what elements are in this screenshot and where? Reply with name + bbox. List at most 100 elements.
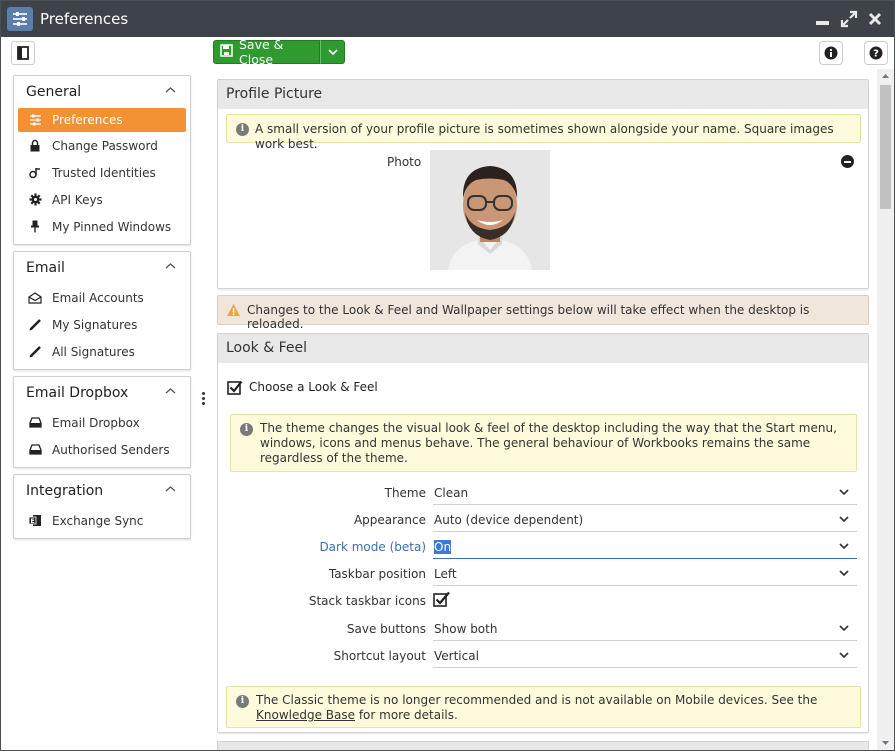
sidebar-item-all-signatures[interactable]: All Signatures [18,338,186,365]
shortcut-layout-value: Vertical [434,649,479,663]
appearance-value: Auto (device dependent) [434,513,584,527]
save-buttons-label: Save buttons [346,622,426,636]
appearance-select[interactable]: Auto (device dependent) [433,508,857,532]
scroll-down-icon [882,741,889,745]
shortcut-layout-row: Shortcut layout Vertical [218,644,869,668]
dark-mode-label: Dark mode (beta) [319,540,426,554]
sidebar-item-authorised-senders[interactable]: Authorised Senders [18,436,186,463]
trusted-identity-icon [28,166,42,180]
sidebar: General Preferences Change Password Trus… [13,75,191,545]
sidebar-item-email-dropbox[interactable]: Email Dropbox [18,409,186,436]
remove-photo-icon[interactable] [841,155,854,168]
next-panel-header [217,741,869,750]
pin-icon [28,220,42,234]
scroll-thumb[interactable] [880,85,891,209]
dark-mode-row: Dark mode (beta) On [218,535,869,559]
sidebar-group-email-dropbox: Email Dropbox Email Dropbox Authorised S… [13,376,191,468]
chevron-up-icon [165,486,176,492]
pen-icon [28,318,42,332]
sidebar-group-general: General Preferences Change Password Trus… [13,75,191,245]
title-bar[interactable]: Preferences [1,1,894,37]
panel-title: Look & Feel [218,334,868,363]
info-icon: i [240,423,253,436]
shortcut-layout-select[interactable]: Vertical [433,644,857,668]
pen-icon [28,345,42,359]
maximize-icon[interactable] [839,9,859,29]
svg-text:?: ? [873,49,879,60]
sidebar-item-exchange-sync[interactable]: E Exchange Sync [18,507,186,534]
sidebar-toggle-button[interactable] [11,41,35,65]
envelope-icon [28,291,42,305]
shortcut-layout-label: Shortcut layout [333,649,426,663]
choose-look-feel-checkbox[interactable]: Choose a Look & Feel [227,378,378,396]
sliders-icon [28,113,42,127]
sidebar-group-header[interactable]: General [14,76,190,108]
taskbar-position-select[interactable]: Left [433,562,857,586]
sidebar-item-email-accounts[interactable]: Email Accounts [18,284,186,311]
lock-icon [28,139,42,153]
sidebar-item-change-password[interactable]: Change Password [18,132,186,159]
sidebar-group-title: General [26,84,82,100]
sidebar-group-title: Email [26,260,65,276]
help-button[interactable]: ? [864,41,888,65]
chevron-up-icon [165,87,176,93]
chevron-down-icon [839,570,849,577]
appearance-label: Appearance [353,513,426,527]
save-options-dropdown[interactable] [320,40,345,64]
save-buttons-value: Show both [434,622,498,636]
sidebar-group-email: Email Email Accounts My Signatures All S… [13,251,191,370]
sidebar-item-my-pinned-windows[interactable]: My Pinned Windows [18,213,186,240]
sidebar-item-my-signatures[interactable]: My Signatures [18,311,186,338]
preferences-window: Preferences Save & Close ? General Prefe… [0,0,895,751]
exchange-icon: E [28,514,42,528]
chevron-up-icon [165,263,176,269]
checkbox-checked-icon [433,591,450,607]
theme-select[interactable]: Clean [433,481,857,505]
save-close-button[interactable]: Save & Close [213,37,320,67]
sidebar-item-preferences[interactable]: Preferences [18,108,186,132]
sidebar-item-api-keys[interactable]: API Keys [18,186,186,213]
chevron-up-icon [165,388,176,394]
stack-taskbar-icons-checkbox[interactable] [433,590,451,610]
profile-info-box: i A small version of your profile pictur… [226,114,861,151]
sidebar-item-label: Trusted Identities [52,165,156,180]
reload-warning: Changes to the Look & Feel and Wallpaper… [217,295,869,331]
sidebar-item-label: Change Password [52,138,158,153]
appearance-row: Appearance Auto (device dependent) [218,508,869,532]
checkbox-checked-icon [227,380,243,395]
taskbar-position-label: Taskbar position [328,567,426,581]
info-icon: i [236,695,249,708]
reload-warning-text: Changes to the Look & Feel and Wallpaper… [247,303,810,331]
knowledge-base-link[interactable]: Knowledge Base [256,708,355,722]
sidebar-group-title: Email Dropbox [26,385,129,401]
gear-icon [28,193,42,207]
splitter-handle[interactable] [202,392,206,406]
sidebar-item-label: My Pinned Windows [52,219,172,234]
sidebar-item-trusted-identities[interactable]: Trusted Identities [18,159,186,186]
chevron-down-icon [839,516,849,523]
inbox-icon [28,443,42,457]
profile-photo[interactable] [430,150,550,270]
info-button[interactable] [819,41,843,65]
classic-note-text: The Classic theme is no longer recommend… [256,693,818,707]
close-icon[interactable] [865,9,885,29]
sidebar-item-label: Email Accounts [52,290,144,305]
sidebar-group-header[interactable]: Email Dropbox [14,377,190,409]
main-scrollbar[interactable] [877,69,894,750]
choose-look-feel-label: Choose a Look & Feel [249,380,378,394]
chevron-down-icon [839,489,849,496]
dark-mode-select[interactable]: On [433,535,857,559]
help-icon: ? [869,46,883,60]
chevron-down-icon [839,543,849,550]
minimize-icon[interactable] [813,9,833,29]
sidebar-group-header[interactable]: Integration [14,475,190,507]
taskbar-position-value: Left [434,567,457,581]
save-buttons-select[interactable]: Show both [433,617,857,641]
dark-mode-value: On [434,540,452,554]
classic-theme-note: i The Classic theme is no longer recomme… [226,686,861,728]
info-icon [824,46,838,60]
theme-info-box: i The theme changes the visual look & fe… [230,414,857,472]
window-title: Preferences [40,10,129,28]
classic-note-text-end: for more details. [355,708,458,722]
sidebar-group-header[interactable]: Email [14,252,190,284]
